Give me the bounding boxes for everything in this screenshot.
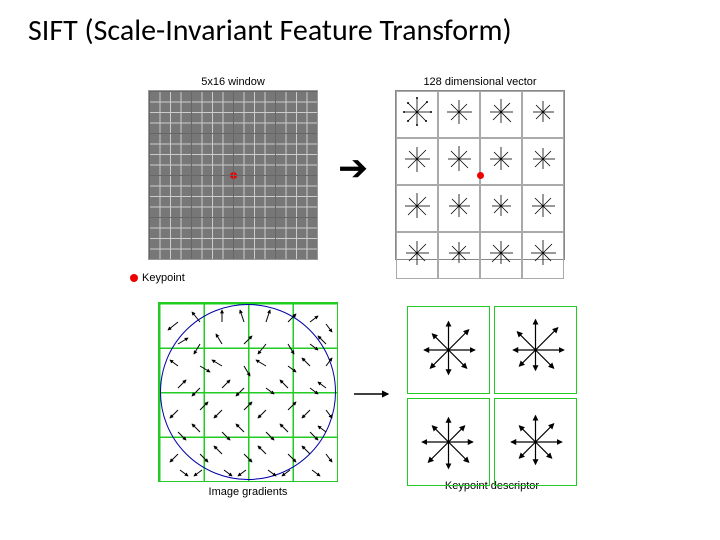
gradients-box: [158, 302, 338, 482]
hist-cell: [438, 185, 480, 232]
fig-descriptor: Keypoint descriptor: [407, 306, 577, 492]
hist-cell: [438, 138, 480, 185]
hist-cell: [396, 91, 438, 138]
caption-gradients: Image gradients: [158, 486, 338, 498]
hist-cell: [396, 232, 438, 279]
caption-window: 5x16 window: [148, 76, 318, 88]
hist-cell: [522, 138, 564, 185]
hist-cell: [480, 185, 522, 232]
red-dot-icon: [130, 274, 138, 282]
descriptor-cell: [407, 398, 490, 486]
gradient-arrows-icon: [158, 302, 338, 482]
hist-cell: [480, 232, 522, 279]
descriptor-cell: [494, 398, 577, 486]
hist-cell: [522, 232, 564, 279]
hist-cell: [396, 185, 438, 232]
arrow-right-icon: ➔: [338, 150, 368, 186]
fig-128vec: 128 dimensional vector: [395, 76, 565, 260]
caption-128vec: 128 dimensional vector: [395, 76, 565, 88]
descriptor-cell: [494, 306, 577, 394]
descriptor-cell: [407, 306, 490, 394]
fig-gradients: Image gradients: [158, 302, 338, 498]
hist-cell: [522, 185, 564, 232]
keypoint-dot-icon: [477, 172, 484, 179]
hist-cell: [522, 91, 564, 138]
keypoint-dot-icon: [230, 172, 237, 179]
page-title: SIFT (Scale-Invariant Feature Transform): [28, 12, 512, 49]
hist-cell: [480, 138, 522, 185]
legend-label: Keypoint: [142, 272, 185, 284]
hist-cell: [438, 91, 480, 138]
grid-16x16: [148, 90, 318, 260]
fig-window: 5x16 window: [148, 76, 318, 260]
hist-cell: [480, 91, 522, 138]
legend-keypoint: Keypoint: [130, 272, 185, 284]
arrow-right-icon: [352, 385, 392, 403]
hist-cell: [438, 232, 480, 279]
descriptor-grid: [407, 306, 577, 476]
grid-4x4-histograms: [395, 90, 565, 260]
hist-cell: [396, 138, 438, 185]
